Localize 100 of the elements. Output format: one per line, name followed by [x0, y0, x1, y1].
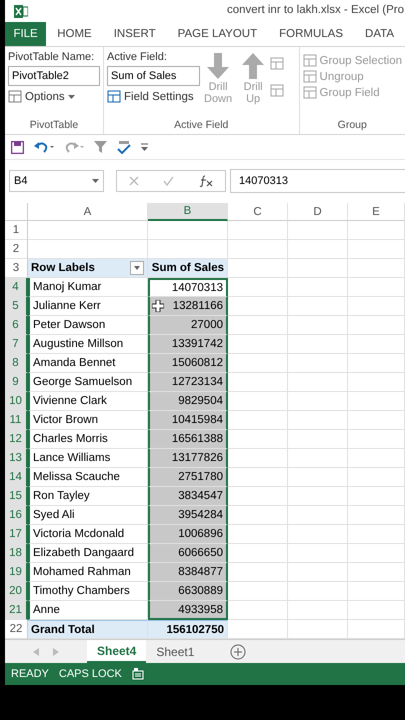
- table-cell: 1006896: [148, 525, 228, 544]
- table-cell: [228, 525, 288, 544]
- sheet-tab[interactable]: Sheet4: [87, 640, 146, 663]
- spelling-check-icon[interactable]: [117, 140, 131, 154]
- column-header[interactable]: A: [28, 203, 148, 221]
- options-button[interactable]: Options: [8, 90, 100, 103]
- column-header[interactable]: C: [228, 203, 288, 221]
- table-cell: [228, 297, 288, 316]
- table-cell: [228, 582, 288, 601]
- table-cell: [348, 544, 405, 563]
- row-number: 16: [5, 506, 28, 525]
- formula-field[interactable]: 14070313: [230, 169, 405, 193]
- status-text: READY: [11, 668, 49, 680]
- table-cell: [288, 449, 348, 468]
- collapse-field-icon: [270, 84, 284, 97]
- table-cell: 3954284: [148, 506, 228, 525]
- caret-icon: [92, 179, 99, 183]
- table-cell: [348, 506, 405, 525]
- row-number: 18: [5, 544, 28, 563]
- table-cell: [288, 259, 348, 278]
- table-cell: [288, 373, 348, 392]
- table-cell: 6630889: [148, 582, 228, 601]
- table-cell: 13391742: [148, 335, 228, 354]
- pivottable-name-field[interactable]: PivotTable2: [8, 66, 100, 86]
- row-number: 13: [5, 449, 28, 468]
- filter-icon[interactable]: [94, 141, 107, 153]
- table-cell: [228, 411, 288, 430]
- table-cell: [288, 544, 348, 563]
- table-cell: 27000: [148, 316, 228, 335]
- table-cell: [348, 392, 405, 411]
- name-box[interactable]: B4: [9, 170, 104, 192]
- column-header[interactable]: D: [288, 203, 348, 221]
- table-cell: [228, 563, 288, 582]
- add-sheet-icon[interactable]: [230, 644, 246, 660]
- table-cell: [288, 392, 348, 411]
- table-cell: [288, 240, 348, 259]
- excel-logo-icon: [14, 4, 28, 18]
- table-cell: 8384877: [148, 563, 228, 582]
- table-cell: 3834547: [148, 487, 228, 506]
- row-number: 10: [5, 392, 28, 411]
- active-field-input[interactable]: Sum of Sales: [107, 66, 200, 86]
- ribbon-tab[interactable]: FILE: [5, 22, 46, 46]
- column-header[interactable]: E: [348, 203, 405, 221]
- table-cell: [288, 221, 348, 240]
- group-icon: [302, 70, 317, 83]
- table-cell: [288, 411, 348, 430]
- table-cell: [288, 468, 348, 487]
- table-cell: [348, 221, 405, 240]
- table-cell: [228, 240, 288, 259]
- customize-toolbar-icon[interactable]: [141, 143, 148, 151]
- table-cell: [288, 582, 348, 601]
- ribbon-tab[interactable]: FORMULAS: [268, 22, 354, 46]
- table-cell: [228, 430, 288, 449]
- save-icon[interactable]: [11, 140, 24, 154]
- table-cell: [228, 278, 288, 297]
- table-cell: [288, 335, 348, 354]
- table-cell: 15060812: [148, 354, 228, 373]
- table-cell: [348, 430, 405, 449]
- field-label: PivotTable Name:: [8, 51, 96, 63]
- ribbon-tab[interactable]: PAGE LAYOUT: [166, 22, 268, 46]
- column-header[interactable]: B: [148, 203, 228, 221]
- total-label: Grand Total: [28, 620, 148, 639]
- table-cell: [228, 601, 288, 620]
- caret-icon: [134, 266, 140, 270]
- row-number: 17: [5, 525, 28, 544]
- table-cell: [228, 449, 288, 468]
- table-cell: [228, 468, 288, 487]
- up-arrow-icon: [240, 51, 266, 81]
- table-cell: [228, 335, 288, 354]
- row-number: 19: [5, 563, 28, 582]
- column-label: Row Labels: [31, 262, 95, 274]
- table-cell: [228, 506, 288, 525]
- ribbon-tab[interactable]: HOME: [46, 22, 103, 46]
- table-cell: [348, 297, 405, 316]
- filter-dropdown[interactable]: [130, 261, 144, 275]
- table-cell: [348, 259, 405, 278]
- table-cell: [348, 354, 405, 373]
- table-cell: [348, 278, 405, 297]
- ribbon-tab[interactable]: DATA: [354, 22, 405, 46]
- table-cell: [348, 601, 405, 620]
- table-cell: [348, 335, 405, 354]
- row-number: 21: [5, 601, 28, 620]
- table-cell: [288, 297, 348, 316]
- table-cell: [228, 392, 288, 411]
- undo-icon[interactable]: [34, 141, 54, 153]
- row-number: 20: [5, 582, 28, 601]
- field-settings-button[interactable]: Field Settings: [107, 90, 200, 103]
- macro-recording-icon[interactable]: [132, 668, 144, 680]
- down-arrow-icon: [205, 51, 232, 81]
- table-cell: [348, 411, 405, 430]
- row-number: 5: [5, 297, 28, 316]
- table-cell: [288, 601, 348, 620]
- sheet-tab[interactable]: Sheet1: [146, 640, 204, 663]
- table-cell: 10415984: [148, 411, 228, 430]
- ribbon-tab[interactable]: INSERT: [102, 22, 167, 46]
- table-cell: 13177826: [148, 449, 228, 468]
- row-number: 1: [5, 221, 28, 240]
- expand-field-icon: [270, 57, 284, 70]
- move-cursor-icon: [152, 300, 164, 312]
- insert-function-icon[interactable]: [198, 175, 213, 187]
